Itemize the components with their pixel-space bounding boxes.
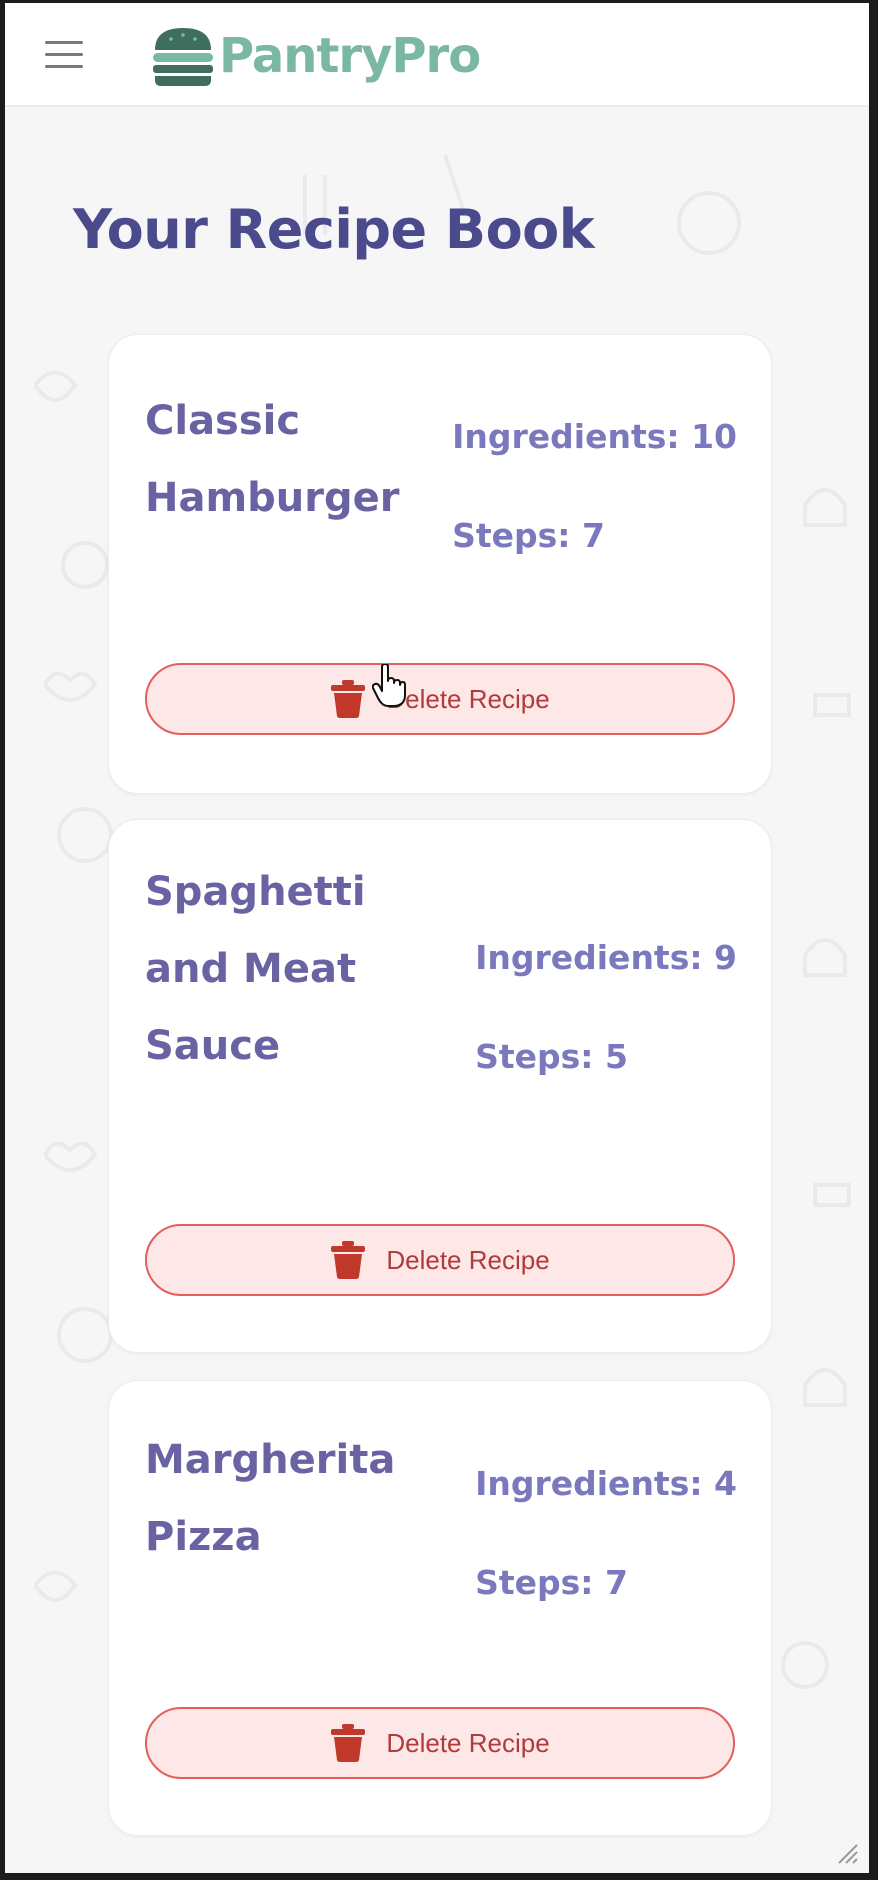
steps-count: Steps: 7 — [452, 516, 605, 555]
app-window: PantryPro Your Recipe Book Classic Hambu… — [5, 3, 869, 1873]
recipe-card[interactable]: Classic Hamburger Ingredients: 10 Steps:… — [108, 334, 772, 794]
page-title: Your Recipe Book — [73, 198, 595, 261]
recipe-name: Margherita Pizza — [145, 1437, 396, 1560]
hamburger-menu-icon[interactable] — [45, 37, 85, 71]
delete-button-label: Delete Recipe — [386, 683, 550, 714]
burger-logo-icon — [153, 28, 213, 86]
recipe-name: Spaghetti and Meat Sauce — [145, 869, 366, 1069]
trash-icon — [331, 1724, 366, 1762]
recipe-meta: Ingredients: 9 Steps: 5 — [475, 941, 737, 1073]
app-logo[interactable]: PantryPro — [149, 21, 481, 91]
trash-icon — [331, 680, 366, 718]
trash-icon — [331, 1241, 366, 1279]
recipe-meta: Ingredients: 4 Steps: 7 — [475, 1467, 737, 1599]
delete-button-label: Delete Recipe — [386, 1244, 550, 1275]
resize-grip-icon[interactable] — [833, 1839, 859, 1865]
hand-pointer-icon — [372, 664, 406, 707]
delete-recipe-button[interactable]: Delete Recipe — [145, 663, 735, 735]
ingredients-count: Ingredients: 10 — [452, 417, 737, 456]
recipe-card[interactable]: Margherita Pizza Ingredients: 4 Steps: 7… — [108, 1380, 772, 1836]
ingredients-count: Ingredients: 4 — [475, 1464, 737, 1503]
delete-button-label: Delete Recipe — [386, 1727, 550, 1758]
recipe-meta: Ingredients: 10 Steps: 7 — [452, 420, 737, 552]
steps-count: Steps: 5 — [475, 1037, 628, 1076]
top-header: PantryPro — [5, 3, 869, 107]
recipe-card[interactable]: Spaghetti and Meat Sauce Ingredients: 9 … — [108, 819, 772, 1353]
ingredients-count: Ingredients: 9 — [475, 938, 737, 977]
steps-count: Steps: 7 — [475, 1563, 628, 1602]
delete-recipe-button[interactable]: Delete Recipe — [145, 1707, 735, 1779]
recipe-name: Classic Hamburger — [145, 398, 400, 521]
app-name: PantryPro — [219, 28, 481, 84]
delete-recipe-button[interactable]: Delete Recipe — [145, 1224, 735, 1296]
